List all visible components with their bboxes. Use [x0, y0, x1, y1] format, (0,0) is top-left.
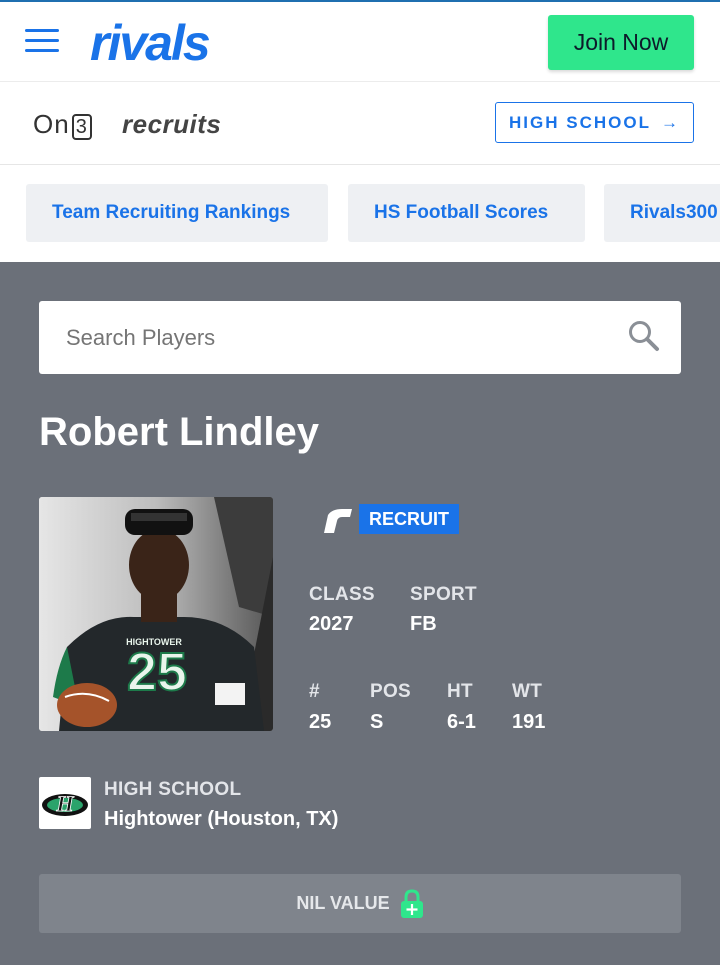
quick-links-row: Team Recruiting Rankings HS Football Sco…	[0, 165, 720, 262]
hamburger-menu-icon[interactable]	[25, 29, 59, 55]
on3-logo-text: On	[33, 109, 70, 139]
join-now-button[interactable]: Join Now	[548, 15, 694, 70]
number-label: #	[309, 681, 320, 702]
high-school-button-label: HIGH SCHOOL	[509, 112, 651, 132]
top-header: rivals Join Now	[0, 0, 720, 82]
high-school-button[interactable]: HIGH SCHOOL →	[495, 102, 694, 143]
weight-value: 191	[512, 711, 546, 733]
pill-team-recruiting-rankings[interactable]: Team Recruiting Rankings	[26, 184, 328, 242]
jersey-text: HIGHTOWER	[126, 637, 182, 647]
pill-hs-football-scores[interactable]: HS Football Scores	[348, 184, 585, 242]
player-photo-illustration: 25 HIGHTOWER	[39, 497, 273, 731]
pill-rivals300[interactable]: Rivals300	[604, 184, 720, 242]
search-players-input[interactable]	[66, 301, 626, 374]
search-bar	[39, 301, 681, 374]
school-logo[interactable]: H	[39, 777, 91, 829]
lock-plus-icon	[400, 888, 423, 918]
number-value: 25	[309, 711, 332, 733]
rivals-logo[interactable]: rivals	[90, 14, 211, 72]
arrow-right-icon: →	[660, 112, 680, 132]
rivals-r-icon	[324, 509, 352, 533]
recruits-logo[interactable]: recruits	[122, 109, 221, 140]
svg-text:H: H	[55, 791, 74, 816]
on3-logo[interactable]: On 3	[33, 109, 92, 140]
height-label: HT	[447, 681, 473, 702]
position-value: S	[370, 711, 384, 733]
high-school-value[interactable]: Hightower (Houston, TX)	[104, 808, 338, 831]
sport-label: SPORT	[410, 584, 477, 605]
recruit-badge: RECRUIT	[359, 504, 459, 534]
nil-value-label: NIL VALUE	[296, 893, 390, 913]
weight-label: WT	[512, 681, 543, 702]
position-label: POS	[370, 681, 412, 702]
sub-header: On 3 recruits HIGH SCHOOL →	[0, 82, 720, 165]
nil-value-button[interactable]: NIL VALUE	[39, 874, 681, 933]
high-school-label: HIGH SCHOOL	[104, 779, 242, 800]
player-name: Robert Lindley	[39, 410, 320, 454]
class-value: 2027	[309, 613, 354, 635]
height-value: 6-1	[447, 711, 476, 733]
player-profile-panel: Robert Lindley 25 HIGHTOWER	[0, 262, 720, 965]
player-photo: 25 HIGHTOWER	[39, 497, 273, 731]
search-icon[interactable]	[627, 319, 661, 353]
class-label: CLASS	[309, 584, 375, 605]
hightower-logo-icon: H	[42, 791, 88, 816]
jersey-number: 25	[127, 642, 187, 702]
sport-value: FB	[410, 613, 437, 635]
on3-logo-digit: 3	[71, 114, 92, 140]
